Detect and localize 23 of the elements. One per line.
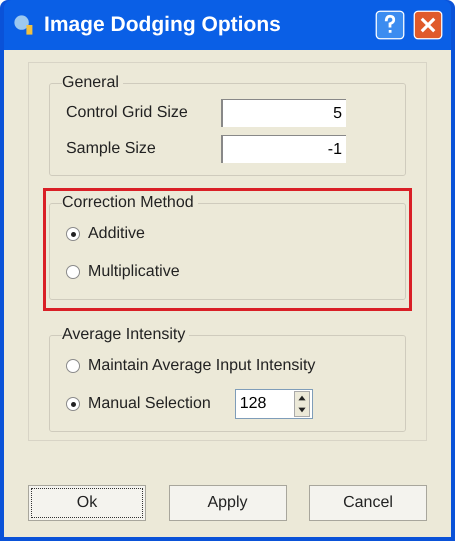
dialog-button[interactable]: Cancel	[309, 485, 427, 521]
spin-field[interactable]: 128	[234, 389, 313, 419]
radio-button[interactable]	[66, 265, 80, 279]
dialog-button[interactable]: Apply	[168, 485, 286, 521]
radio-label: Multiplicative	[88, 262, 180, 282]
radio-button[interactable]	[66, 227, 80, 241]
radio-label: Maintain Average Input Intensity	[88, 356, 316, 376]
group-title: General	[62, 73, 120, 93]
group-title: Correction Method	[62, 193, 195, 213]
input-field[interactable]: 5	[221, 99, 346, 127]
radio-label: Additive	[88, 224, 145, 244]
radio-button[interactable]	[66, 397, 80, 411]
group-title: Average Intensity	[62, 325, 186, 345]
field-label: Sample Size	[66, 139, 157, 159]
help-icon[interactable]	[375, 10, 405, 40]
window-title: Image Dodging Options	[44, 12, 282, 38]
close-icon[interactable]	[413, 10, 443, 40]
dialog-button[interactable]: Ok	[28, 485, 146, 521]
radio-button[interactable]	[66, 359, 80, 373]
spin-arrows-icon[interactable]	[294, 391, 310, 417]
field-label: Control Grid Size	[66, 103, 189, 123]
input-field[interactable]: -1	[221, 135, 346, 163]
radio-label: Manual Selection	[88, 394, 211, 414]
